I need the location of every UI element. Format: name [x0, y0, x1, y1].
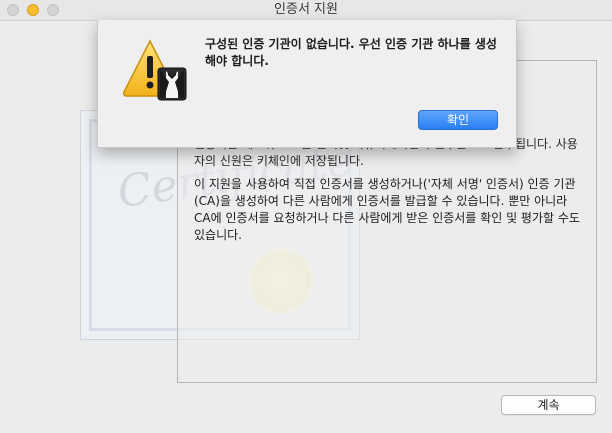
ok-button[interactable]: 확인 [418, 110, 498, 130]
window-title: 인증서 지원 [274, 2, 338, 17]
tuxedo-badge-icon [157, 67, 187, 101]
certificate-assistant-window: 인증서 지원 Certificate 인증서는 네트워크 또는 인터넷 커뮤니케… [0, 0, 612, 433]
warning-triangle-icon [122, 38, 188, 102]
title-bar[interactable]: 인증서 지원 [0, 0, 612, 21]
intro-paragraph-2: 이 지원을 사용하여 직접 인증서를 생성하거나('자체 서명' 인증서) 인증… [194, 177, 580, 242]
continue-button[interactable]: 계속 [501, 395, 596, 415]
alert-message: 구성된 인증 기관이 없습니다. 우선 인증 기관 하나를 생성해야 합니다. [205, 37, 497, 68]
alert-sheet: 구성된 인증 기관이 없습니다. 우선 인증 기관 하나를 생성해야 합니다. … [97, 20, 517, 148]
warning-triangle-graphic [123, 39, 187, 101]
